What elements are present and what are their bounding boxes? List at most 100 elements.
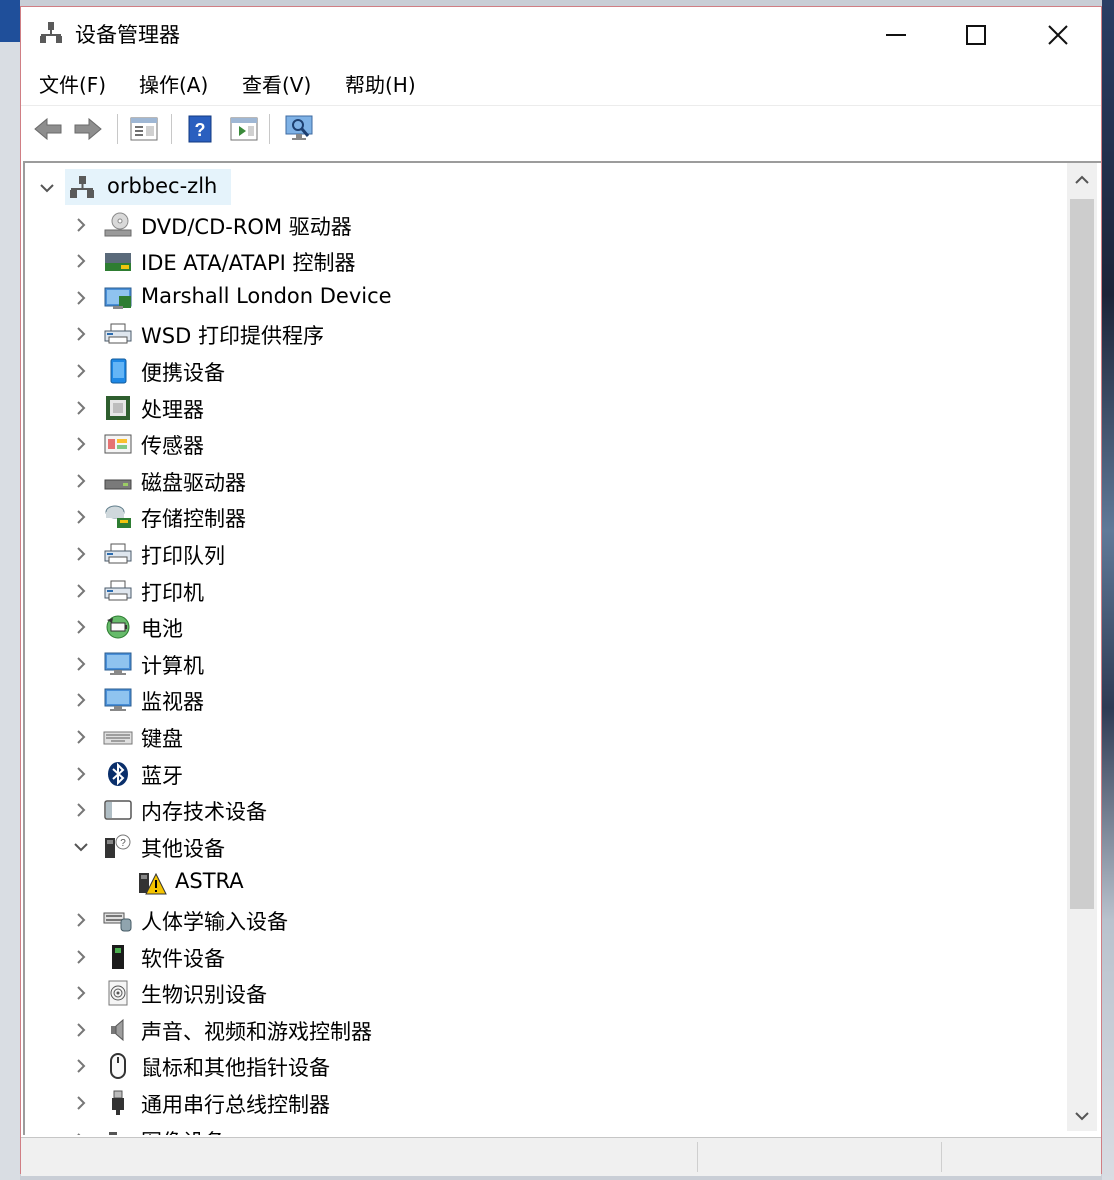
help-button[interactable]: ? bbox=[183, 112, 217, 146]
menu-action[interactable]: 操作(A) bbox=[139, 69, 208, 98]
tree-item-label: 鼠标和其他指针设备 bbox=[141, 1056, 330, 1081]
chevron-right-icon[interactable] bbox=[71, 617, 91, 637]
tree-item-label: 监视器 bbox=[141, 690, 204, 715]
forward-button[interactable] bbox=[71, 112, 105, 146]
tree-category-row[interactable]: 内存技术设备 bbox=[25, 792, 1065, 828]
tree-item-label: 其他设备 bbox=[141, 836, 225, 861]
fingerprint-icon bbox=[108, 980, 128, 1006]
chevron-right-icon[interactable] bbox=[71, 288, 91, 308]
chevron-right-icon[interactable] bbox=[71, 727, 91, 747]
tree-item-label: 人体学输入设备 bbox=[141, 910, 288, 934]
toolbar-separator bbox=[171, 114, 172, 144]
chevron-right-icon[interactable] bbox=[71, 654, 91, 674]
maximize-button[interactable] bbox=[943, 15, 1009, 55]
tree-category-row[interactable]: 键盘 bbox=[25, 719, 1065, 755]
tree-category-row[interactable]: 存储控制器 bbox=[25, 499, 1065, 535]
tree-category-row[interactable]: 鼠标和其他指针设备 bbox=[25, 1048, 1065, 1084]
tree-category-row[interactable]: 便携设备 bbox=[25, 353, 1065, 389]
tree-category-row[interactable]: ? 其他设备 bbox=[25, 829, 1065, 865]
chevron-right-icon[interactable] bbox=[71, 398, 91, 418]
update-driver-button[interactable] bbox=[227, 112, 261, 146]
tree-category-row[interactable]: 传感器 bbox=[25, 426, 1065, 462]
menu-help[interactable]: 帮助(H) bbox=[345, 69, 416, 98]
chevron-right-icon[interactable] bbox=[71, 324, 91, 344]
tree-category-row[interactable]: DVD/CD-ROM 驱动器 bbox=[25, 207, 1065, 243]
title-bar[interactable]: 设备管理器 bbox=[21, 7, 1101, 59]
tree-item-label: 传感器 bbox=[141, 434, 204, 459]
tree-item-label: 计算机 bbox=[141, 653, 204, 678]
chevron-right-icon[interactable] bbox=[71, 251, 91, 271]
tree-category-row[interactable]: IDE ATA/ATAPI 控制器 bbox=[25, 243, 1065, 279]
chevron-right-icon[interactable] bbox=[71, 507, 91, 527]
dvd-drive-icon bbox=[104, 212, 132, 237]
chevron-right-icon[interactable] bbox=[71, 1020, 91, 1040]
chevron-right-icon[interactable] bbox=[71, 947, 91, 967]
chevron-down-icon[interactable] bbox=[71, 837, 91, 857]
tree-item-label: DVD/CD-ROM 驱动器 bbox=[141, 214, 352, 239]
scrollbar-thumb[interactable] bbox=[1070, 199, 1094, 909]
chevron-right-icon[interactable] bbox=[71, 544, 91, 564]
tree-category-row[interactable]: 打印队列 bbox=[25, 536, 1065, 572]
tree-category-row[interactable]: 计算机 bbox=[25, 646, 1065, 682]
desktop-background-left-top bbox=[0, 0, 20, 42]
tree-category-row[interactable]: 图像设备 bbox=[25, 1122, 1065, 1135]
toolbar-separator bbox=[117, 114, 118, 144]
chevron-right-icon[interactable] bbox=[71, 764, 91, 784]
software-device-icon bbox=[112, 944, 124, 969]
properties-icon bbox=[130, 117, 158, 141]
properties-button[interactable] bbox=[127, 112, 161, 146]
tree-device-row[interactable]: ASTRA bbox=[25, 865, 1065, 901]
chevron-right-icon[interactable] bbox=[71, 361, 91, 381]
chevron-right-icon[interactable] bbox=[71, 434, 91, 454]
chevron-right-icon[interactable] bbox=[71, 690, 91, 710]
chevron-right-icon[interactable] bbox=[71, 800, 91, 820]
forward-arrow-icon bbox=[74, 117, 102, 141]
tree-category-row[interactable]: 人体学输入设备 bbox=[25, 902, 1065, 938]
menu-view[interactable]: 查看(V) bbox=[242, 69, 311, 98]
chevron-right-icon[interactable] bbox=[71, 983, 91, 1003]
scroll-up-button[interactable] bbox=[1067, 165, 1097, 195]
tree-category-row[interactable]: 通用串行总线控制器 bbox=[25, 1085, 1065, 1121]
tree-category-row[interactable]: Marshall London Device bbox=[25, 280, 1065, 316]
tree-item-label: 磁盘驱动器 bbox=[141, 470, 246, 495]
chevron-right-icon[interactable] bbox=[71, 910, 91, 930]
tree-category-row[interactable]: 蓝牙 bbox=[25, 756, 1065, 792]
maximize-icon bbox=[966, 25, 986, 45]
tree-category-row[interactable]: 生物识别设备 bbox=[25, 975, 1065, 1011]
memory-device-icon bbox=[104, 800, 132, 820]
tree-category-row[interactable]: WSD 打印提供程序 bbox=[25, 316, 1065, 352]
tree-item-label: IDE ATA/ATAPI 控制器 bbox=[141, 251, 356, 276]
tree-category-row[interactable]: 声音、视频和游戏控制器 bbox=[25, 1012, 1065, 1048]
scan-hardware-button[interactable] bbox=[283, 112, 317, 146]
device-manager-window: 设备管理器 文件(F) 操作(A) 查看(V) 帮助(H) ? orbbec-z… bbox=[20, 6, 1102, 1176]
chevron-right-icon[interactable] bbox=[71, 215, 91, 235]
tree-category-row[interactable]: 打印机 bbox=[25, 573, 1065, 609]
chevron-right-icon[interactable] bbox=[71, 1130, 91, 1135]
vertical-scrollbar[interactable] bbox=[1067, 163, 1097, 1131]
chevron-down-icon[interactable] bbox=[37, 178, 57, 198]
close-button[interactable] bbox=[1025, 15, 1091, 55]
warning-device-icon bbox=[139, 873, 167, 895]
tree-item-label: 键盘 bbox=[141, 727, 183, 751]
back-button[interactable] bbox=[31, 112, 65, 146]
chevron-right-icon[interactable] bbox=[71, 1056, 91, 1076]
tree-root-label: orbbec-zlh bbox=[107, 174, 218, 198]
status-bar bbox=[21, 1137, 1101, 1176]
tree-category-row[interactable]: 处理器 bbox=[25, 390, 1065, 426]
chevron-right-icon[interactable] bbox=[71, 1093, 91, 1113]
chevron-right-icon[interactable] bbox=[71, 471, 91, 491]
menu-file[interactable]: 文件(F) bbox=[39, 69, 106, 98]
scan-hardware-icon bbox=[285, 115, 313, 140]
tree-category-row[interactable]: 监视器 bbox=[25, 682, 1065, 718]
unknown-device-icon: ? bbox=[105, 834, 131, 858]
chevron-right-icon[interactable] bbox=[71, 581, 91, 601]
tree-root-row[interactable]: orbbec-zlh bbox=[25, 170, 1065, 206]
tree-category-row[interactable]: 软件设备 bbox=[25, 939, 1065, 975]
minimize-button[interactable] bbox=[863, 15, 929, 55]
scroll-down-button[interactable] bbox=[1067, 1101, 1097, 1131]
device-tree[interactable]: orbbec-zlh DVD/CD-ROM 驱动器 IDE ATA/ATAPI 控制… bbox=[23, 161, 1101, 1135]
tree-category-row[interactable]: 磁盘驱动器 bbox=[25, 463, 1065, 499]
tree-category-row[interactable]: 电池 bbox=[25, 609, 1065, 645]
tree-item-label: ASTRA bbox=[175, 869, 244, 894]
chevron-down-icon bbox=[1075, 1112, 1089, 1121]
